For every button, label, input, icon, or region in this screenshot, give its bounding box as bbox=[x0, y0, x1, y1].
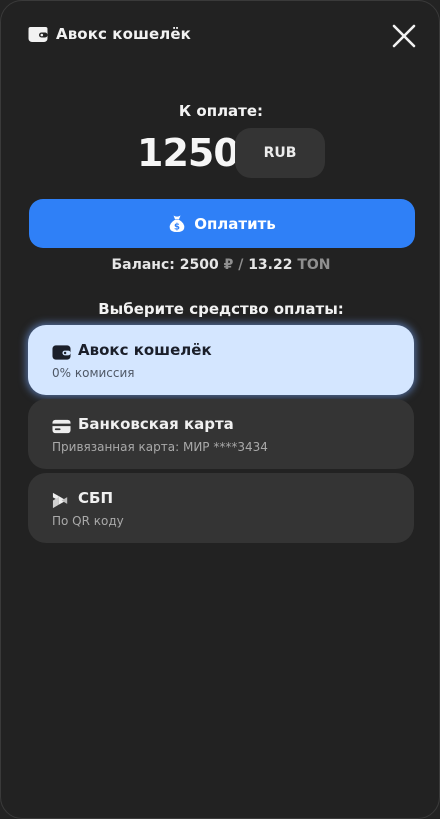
method-bank-card[interactable]: Банковская карта Привязанная карта: МИР … bbox=[28, 399, 414, 469]
payment-methods-title: Выберите средство оплаты: bbox=[98, 300, 344, 318]
balance-rub: Баланс: 2500 bbox=[111, 257, 219, 273]
method-title: Банковская карта bbox=[78, 415, 234, 433]
method-avox-wallet[interactable]: Авокс кошелёк 0% комиссия bbox=[28, 325, 414, 395]
wallet-modal: Авокс кошелёк К оплате: 1250 RUB $ Оплат… bbox=[0, 0, 440, 819]
method-sbp[interactable]: СБП По QR коду bbox=[28, 473, 414, 543]
method-subtitle: Привязанная карта: МИР ****3434 bbox=[52, 440, 268, 454]
pay-button-label: Оплатить bbox=[194, 214, 276, 233]
amount-value: 1250 bbox=[137, 131, 240, 175]
svg-text:$: $ bbox=[174, 223, 180, 233]
balance-separator: / bbox=[238, 257, 244, 273]
currency-selector-button[interactable]: RUB bbox=[235, 128, 325, 178]
close-icon[interactable] bbox=[391, 23, 417, 49]
rub-sign: ₽ bbox=[223, 257, 234, 273]
method-title: СБП bbox=[78, 489, 113, 507]
amount-label: К оплате: bbox=[178, 102, 264, 120]
balance-line: Баланс: 2500 ₽ / 13.22 TON bbox=[1, 257, 440, 273]
money-bag-icon: $ bbox=[169, 215, 185, 233]
close-button[interactable] bbox=[387, 19, 421, 53]
method-title: Авокс кошелёк bbox=[78, 341, 212, 359]
balance-ton-label: TON bbox=[297, 257, 331, 273]
credit-card-icon bbox=[52, 419, 71, 434]
wallet-icon bbox=[28, 27, 48, 42]
app-title: Авокс кошелёк bbox=[56, 25, 191, 43]
wallet-icon bbox=[52, 345, 71, 360]
pay-button[interactable]: $ Оплатить bbox=[29, 199, 415, 248]
method-subtitle: 0% комиссия bbox=[52, 366, 135, 380]
method-subtitle: По QR коду bbox=[52, 514, 124, 528]
balance-ton-amount: 13.22 bbox=[248, 257, 293, 273]
sbp-icon bbox=[52, 492, 68, 509]
